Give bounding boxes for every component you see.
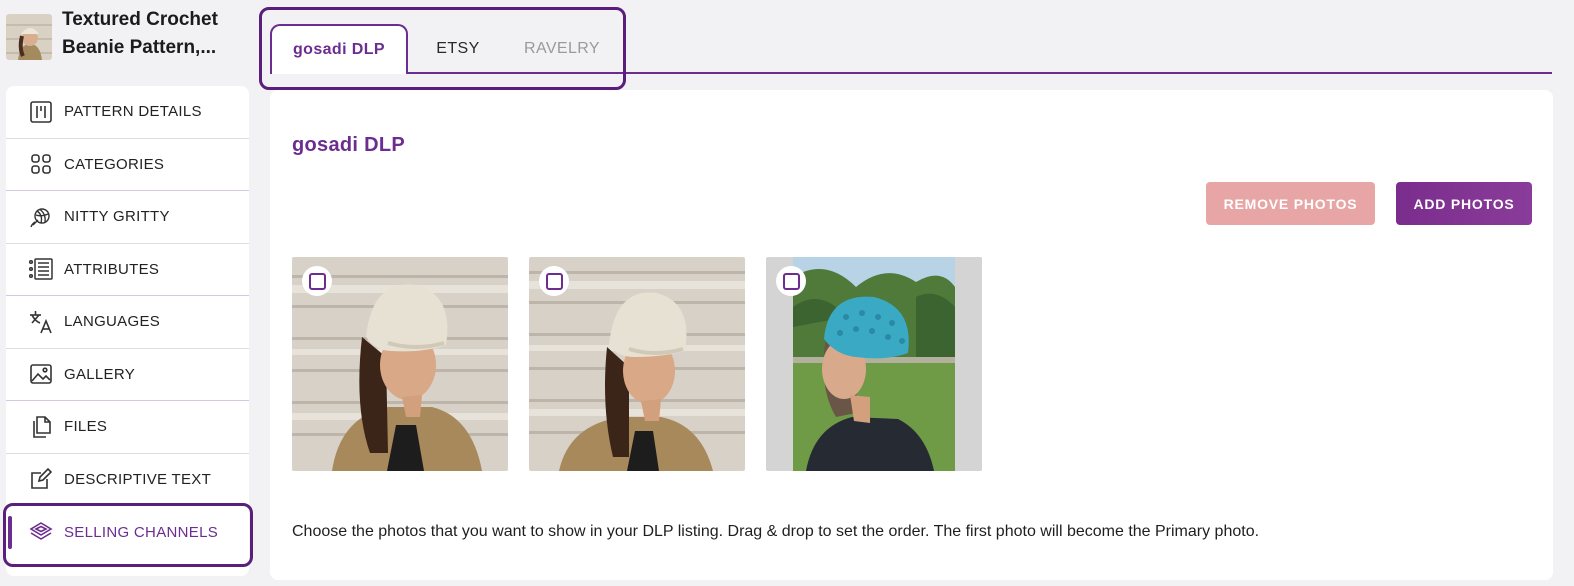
sidebar-item-label: DESCRIPTIVE TEXT — [64, 470, 212, 488]
add-photos-button[interactable]: ADD PHOTOS — [1396, 182, 1532, 225]
sidebar-item-label: FILES — [64, 418, 108, 436]
sidebar-item-categories[interactable]: CATEGORIES — [6, 139, 249, 191]
translate-icon — [28, 309, 54, 335]
pattern-thumbnail — [6, 14, 52, 60]
sidebar-item-pattern-details[interactable]: PATTERN DETAILS — [6, 86, 249, 139]
pattern-title-line-2: Beanie Pattern,... — [62, 37, 217, 58]
tab-gosadi-dlp[interactable]: gosadi DLP — [270, 24, 408, 74]
attributes-icon — [28, 256, 54, 282]
instructions-text: Choose the photos that you want to show … — [292, 523, 1260, 540]
pattern-title: Textured Crochet Beanie Pattern,... — [62, 6, 218, 62]
sidebar-item-label: ATTRIBUTES — [64, 260, 160, 278]
sidebar-item-gallery[interactable]: GALLERY — [6, 349, 249, 401]
sidebar-item-label: CATEGORIES — [64, 155, 165, 173]
channel-tabs: gosadi DLP ETSY RAVELRY — [270, 22, 616, 74]
yarn-ball-icon — [28, 204, 54, 230]
edit-text-icon — [28, 466, 54, 492]
pattern-title-line-1: Textured Crochet — [62, 9, 218, 30]
photo-tile[interactable] — [292, 257, 508, 471]
photo-select-checkbox[interactable] — [302, 266, 332, 296]
sidebar-item-attributes[interactable]: ATTRIBUTES — [6, 244, 249, 296]
remove-photos-button[interactable]: REMOVE PHOTOS — [1206, 182, 1375, 225]
sidebar-item-languages[interactable]: LANGUAGES — [6, 296, 249, 349]
tab-underline — [408, 72, 1552, 74]
photo-tile[interactable] — [529, 257, 745, 471]
sidebar-item-label: LANGUAGES — [64, 313, 161, 331]
pattern-details-icon — [28, 99, 54, 125]
main-panel: gosadi DLP REMOVE PHOTOS ADD PHOTOS Choo… — [270, 90, 1553, 580]
tab-ravelry[interactable]: RAVELRY — [508, 24, 616, 74]
files-icon — [28, 414, 54, 440]
photo-select-checkbox[interactable] — [776, 266, 806, 296]
sidebar-item-label: NITTY GRITTY — [64, 208, 170, 226]
gallery-icon — [28, 361, 54, 387]
pattern-header: Textured Crochet Beanie Pattern,... — [6, 6, 256, 80]
categories-icon — [28, 151, 54, 177]
layers-icon — [28, 519, 54, 545]
sidebar-item-label: PATTERN DETAILS — [64, 103, 202, 121]
photo-tile[interactable] — [766, 257, 982, 471]
sidebar-item-label: SELLING CHANNELS — [64, 523, 219, 541]
sidebar-item-label: GALLERY — [64, 365, 136, 383]
sidebar-item-files[interactable]: FILES — [6, 401, 249, 454]
photo-select-checkbox[interactable] — [539, 266, 569, 296]
tab-etsy[interactable]: ETSY — [408, 24, 508, 74]
sidebar-item-selling-channels[interactable]: SELLING CHANNELS — [6, 506, 249, 559]
sidebar-item-descriptive-text[interactable]: DESCRIPTIVE TEXT — [6, 454, 249, 506]
sidebar: PATTERN DETAILS CATEGORIES NITTY GRITTY … — [6, 86, 249, 576]
section-title: gosadi DLP — [292, 134, 406, 156]
sidebar-item-nitty-gritty[interactable]: NITTY GRITTY — [6, 191, 249, 244]
